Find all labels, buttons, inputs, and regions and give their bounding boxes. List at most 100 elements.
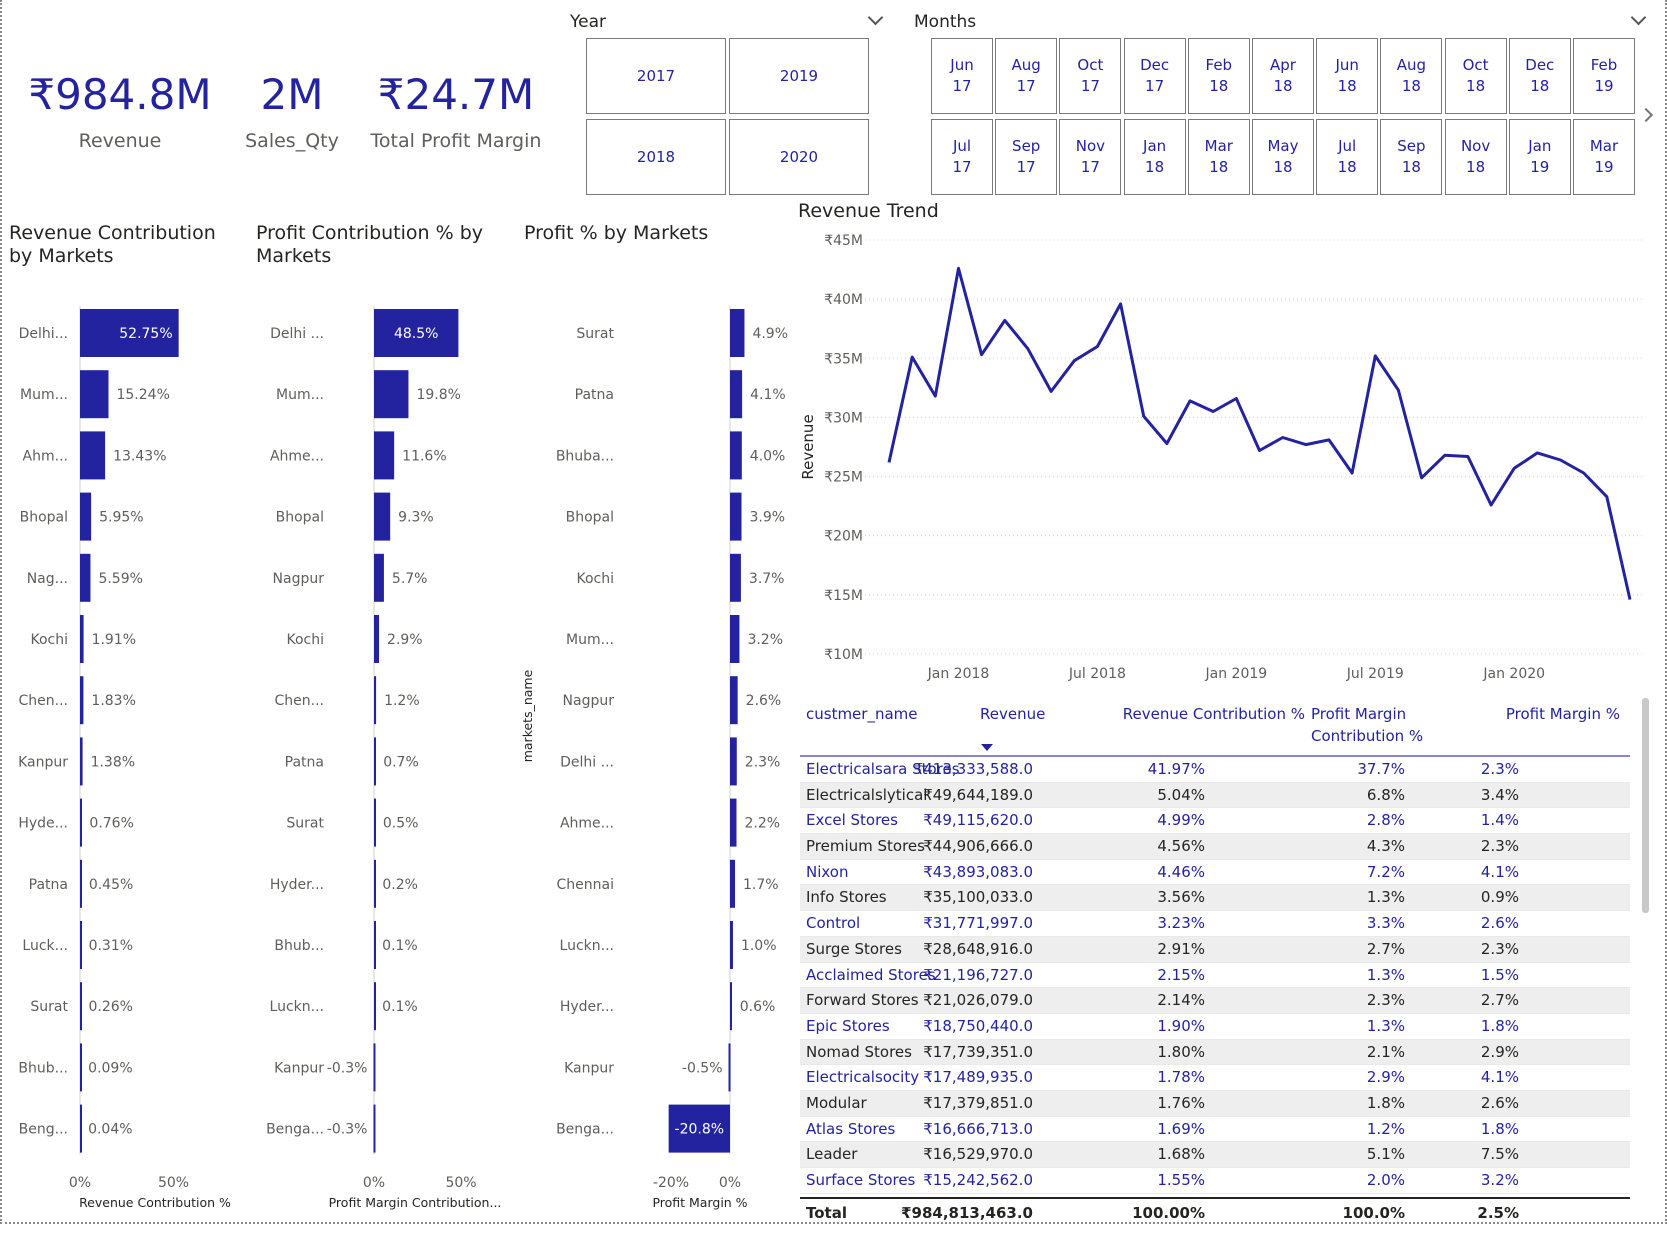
table-row[interactable]: Forward Stores ₹21,026,079.0 2.14% 2.3% 2.7% [800, 988, 1630, 1014]
col-header-revenue[interactable]: Revenue [980, 703, 1045, 725]
month-option[interactable]: Oct 18 [1444, 38, 1507, 114]
category-label: Kanpur [18, 754, 68, 770]
bar [80, 737, 83, 786]
category-label: Kanpur [274, 1060, 324, 1076]
table-row[interactable]: Electricalsara Stores ₹413,333,588.0 41.97… [800, 757, 1630, 783]
table-cell: Nomad Stores [806, 1042, 912, 1061]
table-row[interactable]: Electricalslytical ₹49,644,189.0 5.04% 6.8%… [800, 782, 1630, 809]
col-header-revenue-contribution[interactable]: Revenue Contribution % [1113, 703, 1305, 725]
bar [730, 370, 743, 419]
month-option-label: Mar [1589, 137, 1619, 155]
bar [730, 798, 737, 847]
data-label: 3.2% [747, 632, 783, 648]
month-option-year: 19 [1594, 158, 1614, 176]
y-tick-label: ₹25M [824, 470, 863, 486]
table-cell: ₹49,644,189.0 [923, 785, 1033, 804]
table-row[interactable]: Atlas Stores ₹16,666,713.0 1.69% 1.2% 1.8% [800, 1116, 1630, 1143]
table-cell: 1.8% [1480, 1016, 1519, 1035]
month-option[interactable]: Dec 17 [1123, 38, 1186, 114]
table-cell: Surface Stores [806, 1171, 916, 1189]
table-cell: Control [806, 914, 861, 933]
category-label: Delhi... [19, 326, 68, 342]
category-label: Mum... [566, 632, 614, 648]
category-label: Kochi [576, 571, 614, 587]
month-option[interactable]: Dec 18 [1508, 38, 1571, 114]
data-label: 15.24% [116, 387, 169, 403]
table-row[interactable]: Leader ₹16,529,970.0 1.68% 5.1% 7.5% [800, 1142, 1630, 1168]
month-option[interactable]: Jun 18 [1316, 38, 1379, 114]
table-row[interactable]: Electricalsocity ₹17,489,935.0 1.78% 2.9% 4.… [800, 1065, 1630, 1091]
x-tick-label: Jul 2019 [1346, 666, 1404, 682]
sort-descending-icon[interactable] [981, 744, 993, 751]
data-label: -0.3% [327, 1122, 368, 1138]
table-cell: 2.0% [1366, 1171, 1405, 1189]
col-header-customer[interactable]: custmer_name [806, 703, 918, 725]
table-row[interactable]: Info Stores ₹35,100,033.0 3.56% 1.3% 0.9% [800, 885, 1630, 912]
table-cell: ₹16,529,970.0 [923, 1145, 1033, 1164]
table-cell: 2.7% [1480, 991, 1519, 1010]
profit-pct-bar-chart: Surat 4.9% Patna 4.1% Bhuba... 4.0% Bhopal 3.9%… [520, 306, 788, 1210]
table-cell: ₹17,379,851.0 [923, 1093, 1033, 1112]
month-option[interactable]: Jul 17 [931, 119, 993, 195]
table-row[interactable]: Control ₹31,771,997.0 3.23% 3.3% 2.6% [800, 911, 1630, 937]
month-option[interactable]: Feb 19 [1573, 38, 1635, 114]
table-cell: 2.91% [1157, 939, 1205, 958]
month-option[interactable]: Jan 18 [1123, 119, 1186, 195]
table-cell: 4.1% [1480, 1068, 1519, 1087]
table-row[interactable]: Epic Stores ₹18,750,440.0 1.90% 1.3% 1.8% [800, 1013, 1630, 1040]
table-cell: 2.6% [1480, 914, 1519, 933]
data-label: 0.6% [740, 999, 776, 1015]
data-label: 0.7% [383, 754, 419, 770]
month-option[interactable]: Jun 17 [931, 38, 993, 114]
table-cell: Acclaimed Stores [806, 965, 936, 984]
table-cell: 2.14% [1157, 991, 1205, 1010]
table-cell: 2.8% [1366, 811, 1405, 830]
table-row[interactable]: Nixon ₹43,893,083.0 4.46% 7.2% 4.1% [800, 859, 1630, 886]
month-option[interactable]: Feb 18 [1187, 38, 1250, 114]
month-option[interactable]: Aug 17 [995, 38, 1058, 114]
month-option[interactable]: Mar 18 [1187, 119, 1250, 195]
table-scrollbar[interactable] [1642, 698, 1649, 913]
month-option[interactable]: May 18 [1252, 119, 1314, 195]
table-cell: Leader [806, 1145, 858, 1164]
month-option-label: Aug [1396, 56, 1427, 74]
category-label: Benga... [556, 1122, 614, 1138]
table-row[interactable]: Surge Stores ₹28,648,916.0 2.91% 2.7% 2.3% [800, 936, 1630, 963]
bar [80, 1104, 82, 1153]
data-label: 2.6% [746, 693, 782, 709]
table-row[interactable]: Surface Stores ₹15,242,562.0 1.55% 2.0% 3.2% [800, 1168, 1630, 1194]
chevron-down-icon[interactable] [1630, 9, 1647, 26]
chevron-right-icon[interactable] [1638, 107, 1654, 123]
month-option-label: Jul [952, 137, 972, 155]
bar [374, 737, 376, 786]
month-option-year: 18 [1145, 158, 1165, 176]
table-row[interactable]: Modular ₹17,379,851.0 1.76% 1.8% 2.6% [800, 1090, 1630, 1117]
chevron-down-icon[interactable] [867, 9, 884, 26]
month-option[interactable]: Mar 19 [1573, 119, 1635, 195]
month-option[interactable]: Jan 19 [1508, 119, 1571, 195]
table-row[interactable]: Premium Stores ₹44,906,666.0 4.56% 4.3% 2.3% [800, 834, 1630, 860]
month-option-year: 18 [1401, 77, 1421, 95]
bar [728, 1043, 731, 1092]
month-option[interactable]: Apr 18 [1252, 38, 1314, 114]
col-header-profit-margin[interactable]: Profit Margin % [1490, 703, 1620, 725]
table-row[interactable]: Acclaimed Stores ₹21,196,727.0 2.15% 1.3% 1.… [800, 962, 1630, 989]
month-option[interactable]: Nov 17 [1059, 119, 1122, 195]
month-option[interactable]: Jul 18 [1316, 119, 1379, 195]
data-label: 13.43% [113, 448, 166, 464]
month-option[interactable]: Oct 17 [1059, 38, 1122, 114]
table-cell: Surge Stores [806, 939, 902, 958]
col-header-profit-margin-contribution[interactable]: Profit Margin Contribution % [1311, 703, 1451, 747]
table-row[interactable]: Nomad Stores ₹17,739,351.0 1.80% 2.1% 2.9% [800, 1039, 1630, 1066]
table-row[interactable]: Excel Stores ₹49,115,620.0 4.99% 2.8% 1.4% [800, 808, 1630, 835]
month-option-year: 18 [1337, 158, 1357, 176]
category-label: Luckn... [270, 999, 324, 1015]
month-option[interactable]: Aug 18 [1380, 38, 1443, 114]
month-option[interactable]: Sep 17 [995, 119, 1058, 195]
category-label: Kochi [286, 632, 324, 648]
data-label: 2.2% [744, 816, 780, 832]
category-label: Patna [29, 877, 68, 893]
month-option[interactable]: Nov 18 [1444, 119, 1507, 195]
data-label: 5.59% [98, 571, 142, 587]
month-option[interactable]: Sep 18 [1380, 119, 1443, 195]
